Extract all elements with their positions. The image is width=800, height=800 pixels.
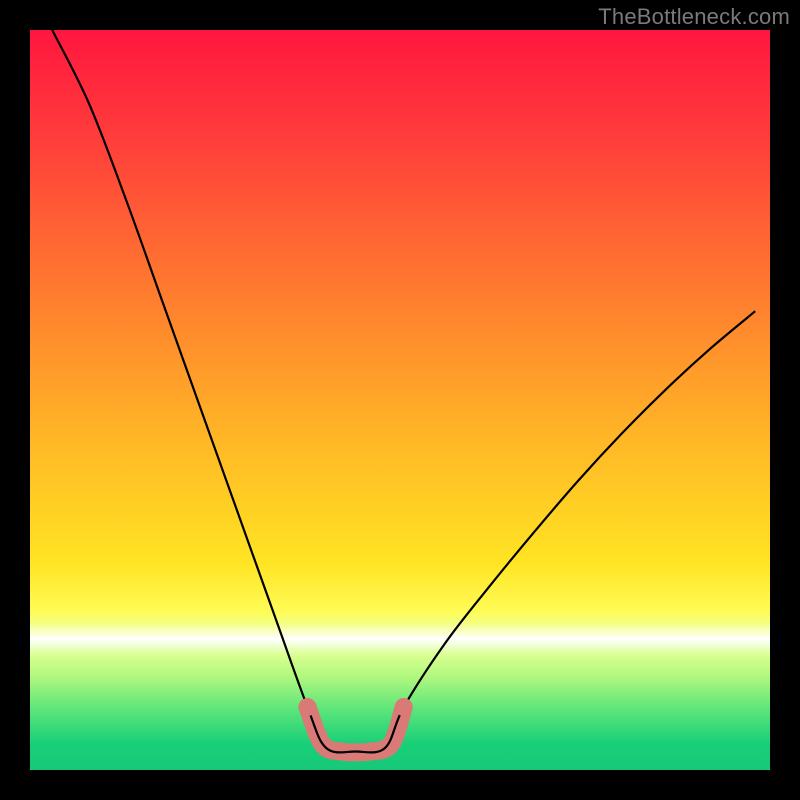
- watermark-text: TheBottleneck.com: [598, 4, 790, 30]
- bottleneck-chart: [30, 30, 770, 770]
- chart-plot-area: [30, 30, 770, 770]
- chart-frame: TheBottleneck.com: [0, 0, 800, 800]
- gradient-background: [30, 30, 770, 770]
